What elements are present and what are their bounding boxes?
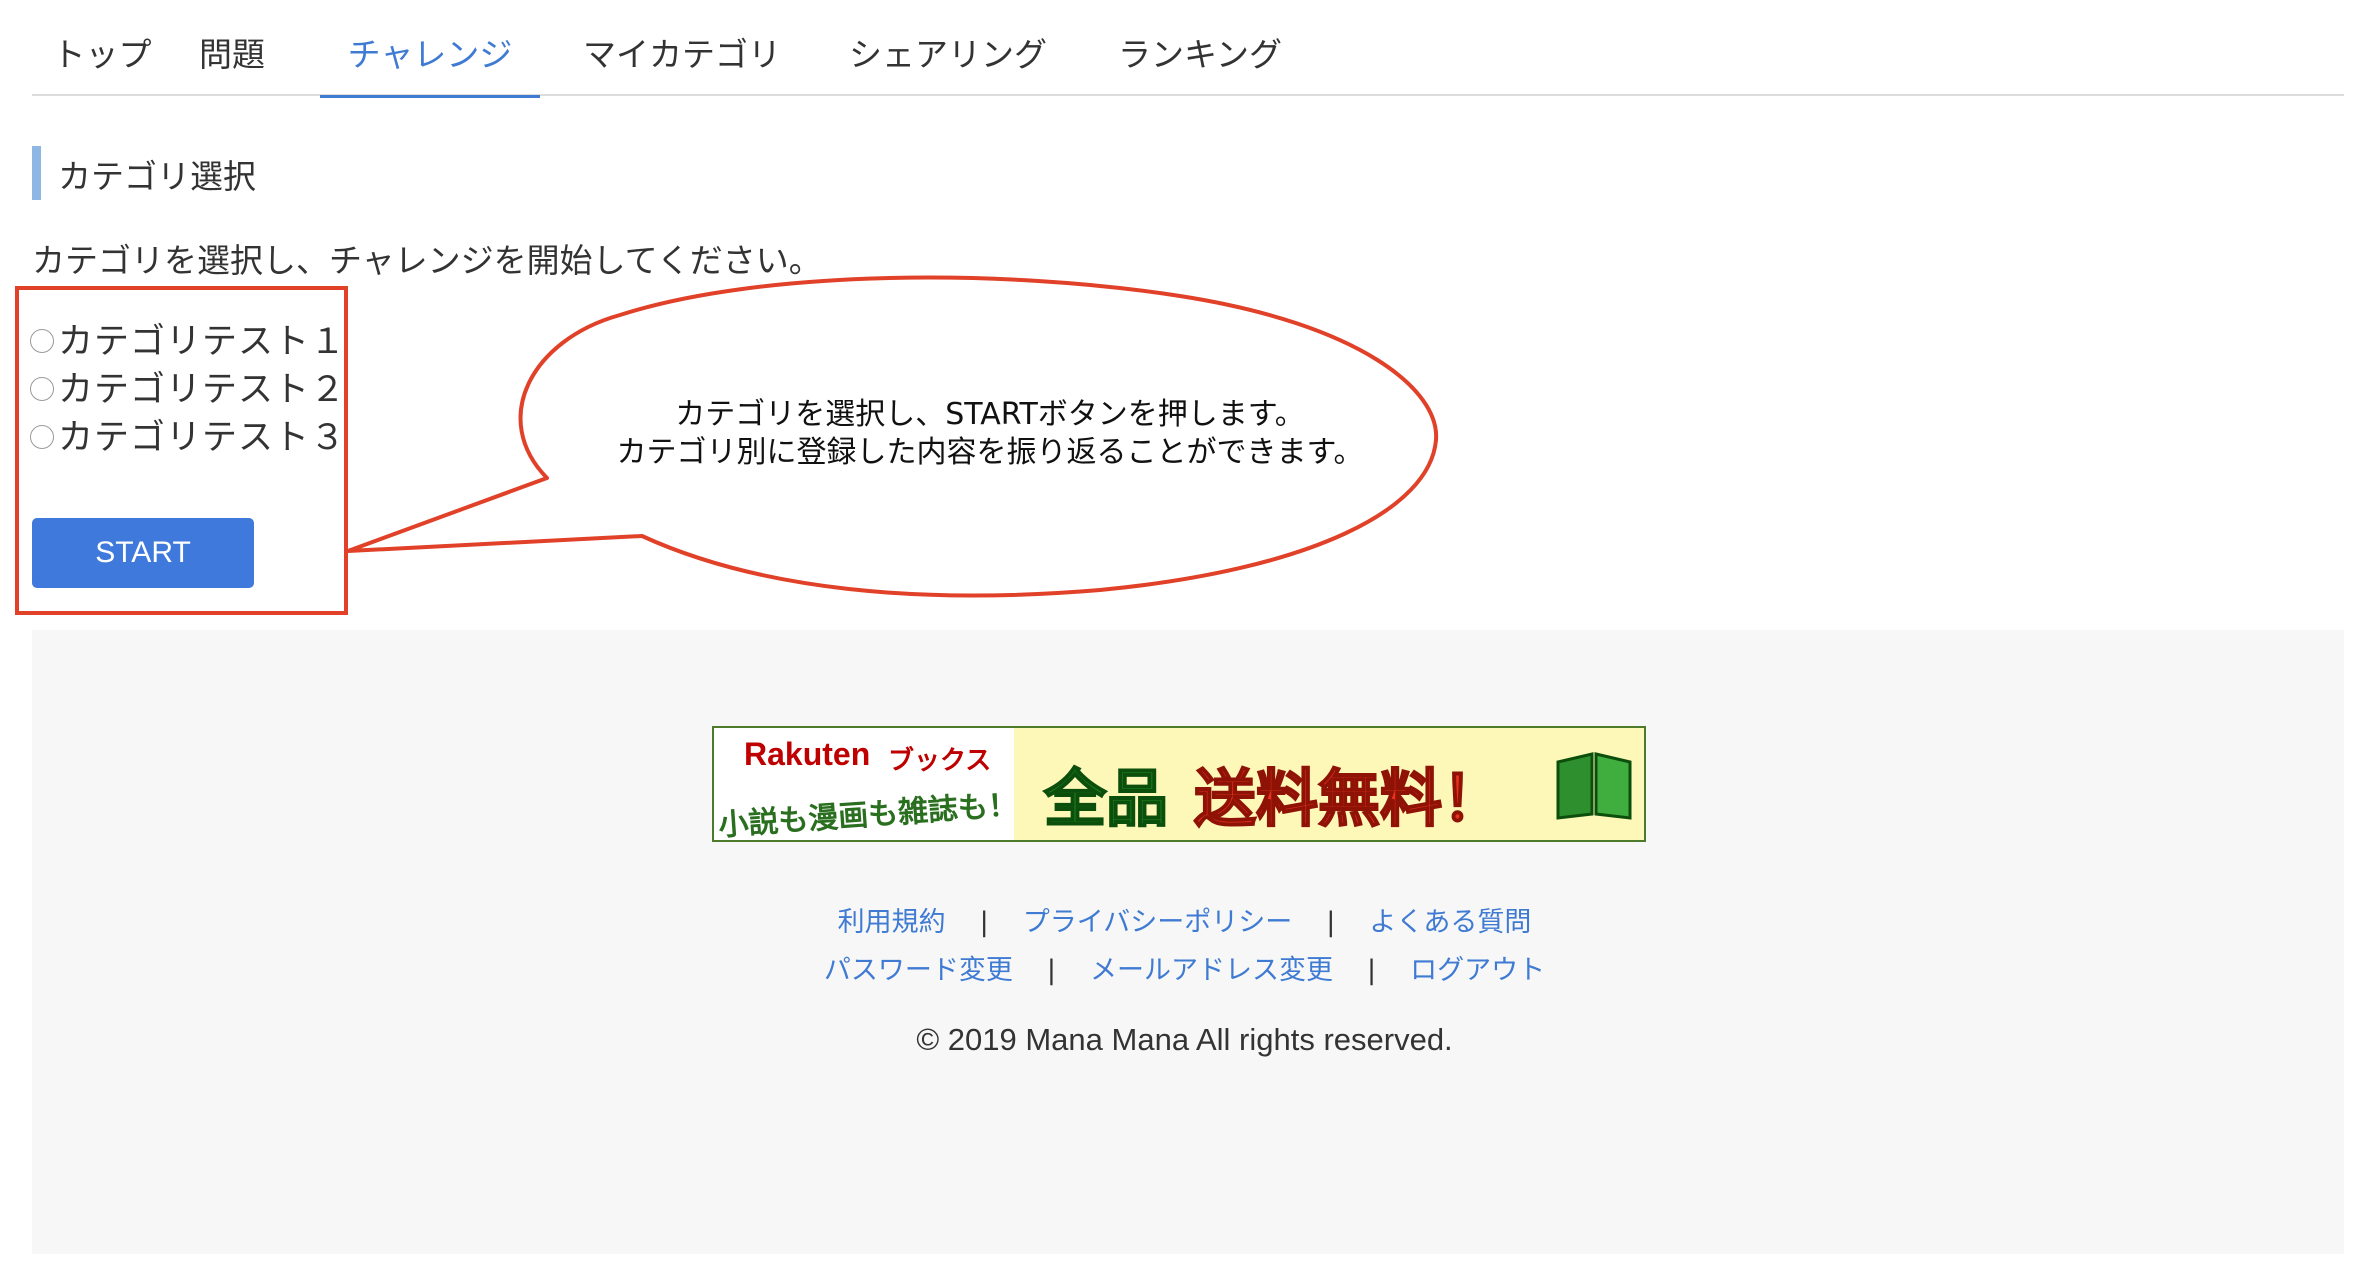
banner-headline-2: 送料無料！ [1193,761,1505,836]
callout-line-1: カテゴリを選択し、STARTボタンを押します。 [675,397,1305,432]
footer [32,630,2344,1254]
callout-text: カテゴリを選択し、STARTボタンを押します。 カテゴリ別に登録した内容を振り返… [540,396,1440,472]
banner-brand-sub: ブックス [888,746,992,776]
footer-link-privacy[interactable]: プライバシーポリシー [1023,907,1292,938]
footer-separator: | [1046,955,1056,986]
banner-brand: Rakuten [744,736,871,772]
footer-links-row-2: パスワード変更 | メールアドレス変更 | ログアウト [0,948,2369,987]
footer-link-change-email[interactable]: メールアドレス変更 [1090,955,1333,986]
footer-link-terms[interactable]: 利用規約 [838,907,946,938]
book-icon [1556,752,1632,820]
footer-separator: | [1367,955,1377,986]
footer-separator: | [979,907,989,938]
footer-link-logout[interactable]: ログアウト [1410,955,1545,986]
rakuten-books-banner[interactable]: Rakuten ブックス 小説も漫画も雑誌も！ 全品 送料無料！ [712,726,1646,842]
banner-headline-1: 全品 [1043,761,1169,836]
footer-links-row-1: 利用規約 | プライバシーポリシー | よくある質問 [0,900,2369,939]
footer-link-faq[interactable]: よくある質問 [1369,907,1531,938]
callout-line-2: カテゴリ別に登録した内容を振り返ることができます。 [616,435,1364,470]
footer-link-change-password[interactable]: パスワード変更 [824,955,1013,986]
footer-separator: | [1326,907,1336,938]
copyright: © 2019 Mana Mana All rights reserved. [916,1022,1453,1057]
